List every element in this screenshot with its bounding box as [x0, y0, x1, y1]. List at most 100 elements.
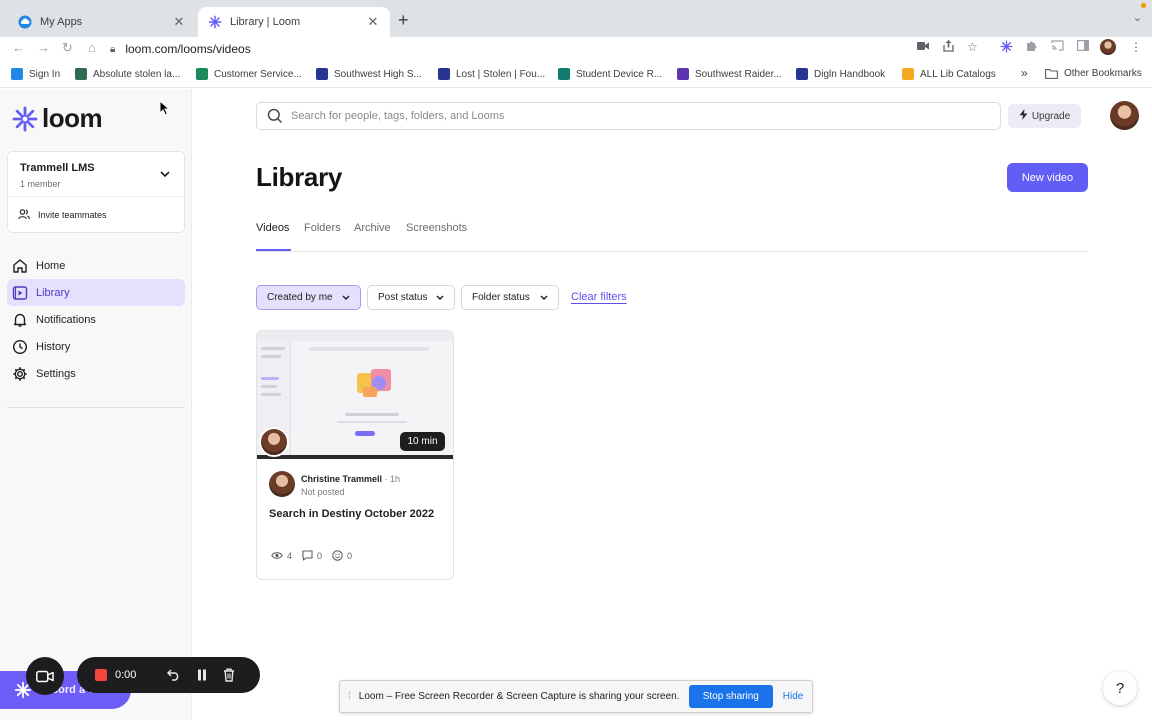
comments-stat: 0 [302, 550, 322, 561]
filter-folder-status[interactable]: Folder status [461, 285, 559, 310]
star-icon[interactable]: ☆ [967, 40, 978, 54]
sidebar-item-settings[interactable]: Settings [7, 360, 185, 387]
filter-label: Folder status [472, 292, 530, 303]
views-count: 4 [287, 550, 293, 561]
bookmark-favicon-icon [316, 68, 328, 80]
browser-tabstrip: My Apps ✕ Library | Loom ✕ + ⌄ [0, 0, 1152, 37]
browser-tab-my-apps[interactable]: My Apps ✕ [8, 7, 196, 37]
hide-button[interactable]: Hide [783, 691, 804, 702]
sidebar: loom Trammell LMS 1 member Invite teamma… [0, 89, 192, 720]
browser-tab-library-loom[interactable]: Library | Loom ✕ [198, 7, 390, 37]
home-icon [13, 258, 27, 273]
pause-icon[interactable] [197, 669, 207, 681]
sidebar-item-library[interactable]: Library [7, 279, 185, 306]
sidebar-item-label: Notifications [36, 313, 96, 326]
eye-icon [271, 552, 283, 559]
reload-icon[interactable]: ↻ [62, 40, 73, 56]
new-tab-button[interactable]: + [398, 10, 409, 31]
bookmark-item[interactable]: Absolute stolen la... [75, 68, 180, 80]
new-video-button[interactable]: New video [1007, 163, 1088, 192]
loom-logo[interactable]: loom [12, 103, 103, 134]
chevron-down-icon[interactable]: ⌄ [1133, 11, 1142, 24]
invite-label: Invite teammates [38, 209, 107, 220]
stop-sharing-button[interactable]: Stop sharing [688, 685, 773, 708]
sidebar-item-home[interactable]: Home [7, 252, 185, 279]
author-avatar[interactable] [269, 471, 295, 497]
home-icon[interactable]: ⌂ [88, 40, 96, 55]
upgrade-label: Upgrade [1031, 110, 1071, 122]
divider [7, 407, 185, 408]
bookmark-item[interactable]: Customer Service... [196, 68, 302, 80]
close-icon[interactable]: ✕ [172, 14, 186, 30]
drag-handle-icon[interactable]: ⁞ [348, 691, 351, 702]
search-bar[interactable] [256, 102, 1001, 130]
close-icon[interactable]: ✕ [366, 14, 380, 30]
thumbnail-line [261, 347, 285, 350]
bookmark-item[interactable]: Lost | Stolen | Fou... [438, 68, 545, 80]
active-tab-indicator [256, 249, 291, 251]
tab-screenshots[interactable]: Screenshots [406, 222, 467, 234]
sidebar-item-label: Settings [36, 367, 76, 380]
search-icon [267, 108, 283, 124]
puzzle-extensions-icon[interactable] [1026, 40, 1038, 55]
chevron-down-icon [436, 295, 444, 300]
folder-icon [1045, 68, 1058, 79]
user-avatar[interactable] [1110, 101, 1139, 130]
tab-videos[interactable]: Videos [256, 222, 289, 234]
back-arrow-icon[interactable]: ← [12, 40, 25, 55]
kebab-menu-icon[interactable]: ⋮ [1130, 40, 1142, 54]
comment-icon [302, 550, 313, 561]
search-input[interactable] [291, 110, 971, 122]
duration-badge: 10 min [400, 432, 445, 451]
url-field[interactable]: 🔒︎ loom.com/looms/videos [110, 38, 990, 60]
camera-toggle-button[interactable] [26, 657, 64, 695]
tab-folders[interactable]: Folders [304, 222, 341, 234]
more-bookmarks-button[interactable]: » [1021, 66, 1028, 80]
video-camera-icon [36, 670, 54, 682]
filter-created-by-me[interactable]: Created by me [256, 285, 361, 310]
thumbnail-line [345, 413, 399, 416]
chevron-down-icon[interactable] [160, 167, 170, 181]
video-thumbnail[interactable]: 10 min [257, 331, 453, 459]
camera-icon[interactable] [917, 40, 929, 54]
sidebar-item-notifications[interactable]: Notifications [7, 306, 185, 333]
sidepanel-icon[interactable] [1077, 40, 1090, 54]
undo-icon[interactable] [167, 669, 181, 681]
loom-favicon-icon [208, 15, 222, 29]
help-button[interactable]: ? [1103, 671, 1137, 705]
bookmark-item[interactable]: Student Device R... [558, 68, 662, 80]
bookmark-item[interactable]: ALL Lib Catalogs [902, 68, 996, 80]
post-status: Not posted [301, 487, 345, 497]
profile-avatar[interactable] [1100, 39, 1116, 58]
bookmark-item[interactable]: Sign In [11, 68, 60, 80]
filter-post-status[interactable]: Post status [367, 285, 455, 310]
bookmark-item[interactable]: Southwest High S... [316, 68, 422, 80]
video-title[interactable]: Search in Destiny October 2022 [269, 508, 434, 520]
cloud-icon [18, 15, 32, 29]
bookmark-label: Southwest Raider... [695, 68, 782, 80]
workspace-switcher[interactable]: Trammell LMS 1 member Invite teammates [7, 151, 185, 233]
comments-count: 0 [317, 550, 323, 561]
other-bookmarks-folder[interactable]: Other Bookmarks [1045, 68, 1142, 79]
bell-icon [13, 313, 27, 327]
cast-icon[interactable] [1051, 40, 1064, 54]
video-card[interactable]: 10 min Christine Trammell · 1h Not poste… [256, 330, 454, 580]
invite-teammates-button[interactable]: Invite teammates [18, 209, 107, 220]
video-stats: 4 0 0 [271, 550, 362, 561]
thumbnail-line [261, 393, 281, 396]
share-icon[interactable] [943, 40, 954, 55]
clear-filters-link[interactable]: Clear filters [571, 291, 627, 303]
chevron-down-icon [342, 295, 350, 300]
trash-icon[interactable] [223, 668, 235, 682]
loom-extension-icon[interactable] [1000, 40, 1013, 56]
bookmark-item[interactable]: Digln Handbook [796, 68, 885, 80]
reactions-stat: 0 [332, 550, 352, 561]
forward-arrow-icon[interactable]: → [37, 40, 50, 55]
sidebar-item-history[interactable]: History [7, 333, 185, 360]
sidebar-item-label: Library [36, 286, 70, 299]
stop-recording-button[interactable] [95, 669, 107, 681]
bookmark-item[interactable]: Southwest Raider... [677, 68, 782, 80]
tab-archive[interactable]: Archive [354, 222, 391, 234]
bookmark-favicon-icon [558, 68, 570, 80]
upgrade-button[interactable]: Upgrade [1008, 104, 1081, 128]
